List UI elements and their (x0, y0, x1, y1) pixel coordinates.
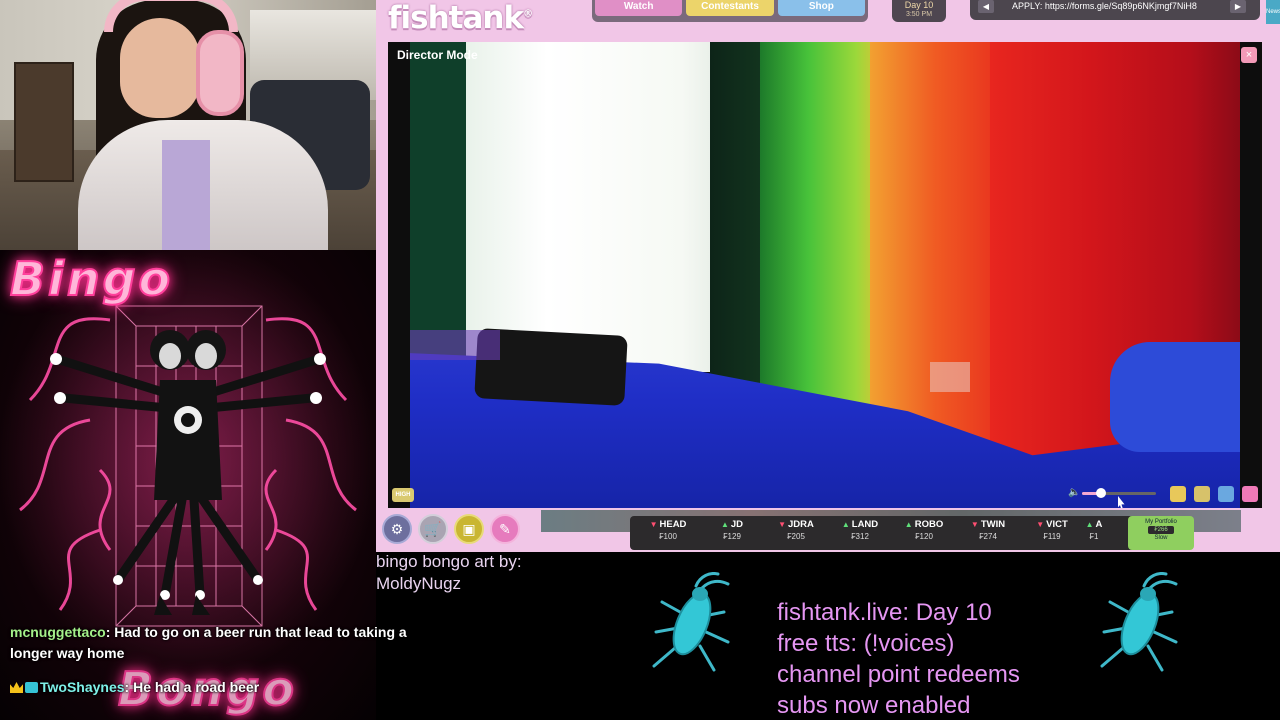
headset-band (104, 0, 238, 32)
ticker-next-arrow-icon[interactable]: ▶ (1230, 0, 1246, 13)
settings-gear-icon[interactable]: ⚙ (382, 514, 412, 544)
info-line: fishtank.live: Day 10 (777, 599, 992, 626)
stock-item[interactable]: ▼ JDRA ₣205 (764, 516, 828, 550)
gg-badge-icon (25, 682, 38, 693)
stock-item[interactable]: ▲ JD ₣129 (700, 516, 764, 550)
stock-price: ₣274 (979, 532, 997, 541)
volume-control[interactable]: 🔈 (1068, 487, 1158, 498)
fishtank-logo-text: fishtank (388, 0, 524, 36)
art-credit-artist: MoldyNugz (376, 574, 462, 593)
art-credit-line: bingo bongo art by: (376, 552, 522, 571)
clip-icon[interactable] (1194, 486, 1210, 502)
stock-price: ₣119 (1043, 532, 1061, 541)
camera-feed (410, 42, 1240, 508)
stock-name: JD (730, 519, 744, 530)
stock-name: VICT (1046, 519, 1068, 530)
info-line: free tts: (!voices) (777, 630, 955, 657)
cam-purple-edge (410, 330, 500, 360)
cam-pillow (1110, 342, 1240, 452)
quality-badge[interactable]: HIGH (392, 488, 414, 502)
fishtank-logo[interactable]: fishtank® (388, 0, 533, 36)
streamer-shirt (162, 140, 210, 250)
apply-link[interactable]: APPLY: https://forms.gle/Sq89p6NKjmgf7Ni… (1012, 0, 1197, 13)
cart-icon[interactable]: 🛒 (418, 514, 448, 544)
cockroach-left-icon (652, 572, 730, 672)
apply-ticker: ◀ APPLY: https://forms.gle/Sq89p6NKjmgf7… (970, 0, 1260, 20)
cam-window-light (466, 42, 736, 372)
chat-username: mcnuggettaco (10, 624, 106, 640)
day-time: 3:50 PM (905, 11, 933, 18)
stock-name: JDRA (788, 519, 814, 530)
stock-item[interactable]: ▲ ROBO ₣120 (892, 516, 956, 550)
down-arrow-icon: ▼ (778, 520, 787, 529)
stock-name: HEAD (659, 519, 687, 530)
stock-item[interactable]: ▲ A ₣1 (1084, 516, 1104, 550)
news-tab[interactable]: News (1266, 0, 1280, 24)
crown-badge-icon (10, 682, 23, 693)
down-arrow-icon: ▼ (649, 520, 658, 529)
info-line: channel point redeems (777, 661, 1020, 688)
stock-item[interactable]: ▲ LAND ₣312 (828, 516, 892, 550)
stock-name: ROBO (914, 519, 944, 530)
nav-contestants-button[interactable]: Contestants (686, 0, 774, 16)
chat-username: TwoShaynes (40, 679, 125, 695)
info-line: subs now enabled (777, 692, 971, 719)
webcam-feed (0, 0, 376, 250)
cam-curtain-green (760, 42, 880, 422)
portfolio-action[interactable]: Slow (1128, 534, 1194, 542)
streamer-face (120, 18, 200, 118)
stock-price: ₣100 (659, 532, 677, 541)
chat-message: mcnuggettaco: Had to go on a beer run th… (10, 622, 450, 664)
stock-item[interactable]: ▼ HEAD ₣100 (636, 516, 700, 550)
up-arrow-icon: ▲ (720, 520, 729, 529)
chat-message: TwoShaynes: He had a road beer (10, 677, 450, 698)
nav-watch-button[interactable]: Watch (595, 0, 683, 16)
bingo-title: Bingo (9, 251, 174, 307)
speaker-icon[interactable]: 🔈 (1068, 487, 1080, 498)
fullscreen-icon[interactable] (1218, 486, 1234, 502)
cam-dark-curtain (410, 42, 470, 372)
pencil-icon[interactable]: ✎ (490, 514, 520, 544)
video-player[interactable]: Director Mode × HIGH 🔈 (388, 42, 1262, 508)
portfolio-label: My Portfolio (1145, 519, 1177, 525)
stock-item[interactable]: ▼ TWIN ₣274 (956, 516, 1020, 550)
up-arrow-icon: ▲ (904, 520, 913, 529)
stock-name: TWIN (980, 519, 1006, 530)
stock-price: ₣205 (787, 532, 805, 541)
stock-name: LAND (851, 519, 879, 530)
stock-ticker: ▼ HEAD ₣100 ▲ JD ₣129 ▼ JDRA ₣205 ▲ LAND ₣31… (630, 516, 1190, 550)
bag-icon[interactable]: ▣ (454, 514, 484, 544)
stock-item[interactable]: ▼ VICT ₣119 (1020, 516, 1084, 550)
stock-name: A (1095, 519, 1103, 530)
up-arrow-icon: ▲ (1085, 520, 1094, 529)
stock-price: ₣120 (915, 532, 933, 541)
portfolio-widget[interactable]: My Portfolio ₣266 Slow (1128, 516, 1194, 550)
stock-price: ₣1 (1089, 532, 1099, 541)
webcam-shelf (14, 62, 74, 182)
cam-light-patch (930, 362, 970, 392)
stock-price: ₣312 (851, 532, 869, 541)
day-counter: Day 10 3:50 PM (892, 0, 946, 22)
headset-earcup (196, 30, 244, 116)
stream-info: fishtank.live: Day 10 free tts: (!voices… (777, 597, 1020, 720)
day-label: Day 10 (904, 0, 934, 10)
down-arrow-icon: ▼ (970, 520, 979, 529)
ticker-prev-arrow-icon[interactable]: ◀ (978, 0, 994, 13)
volume-knob[interactable] (1095, 488, 1106, 498)
fishtank-nav: Watch Contestants Shop (592, 0, 868, 22)
portfolio-value: ₣266 (1148, 526, 1174, 534)
nav-shop-button[interactable]: Shop (777, 0, 865, 16)
cockroach-right-icon (1100, 572, 1178, 672)
chat-text: : He had a road beer (124, 679, 260, 695)
close-icon[interactable]: × (1241, 47, 1257, 63)
fishtank-site: fishtank® Watch Contestants Shop Day 10 … (376, 0, 1280, 552)
down-arrow-icon: ▼ (1036, 520, 1045, 529)
player-title: Director Mode (397, 48, 478, 62)
record-icon[interactable] (1242, 486, 1258, 502)
stock-price: ₣129 (723, 532, 741, 541)
chat-overlay: mcnuggettaco: Had to go on a beer run th… (10, 622, 450, 711)
screenshot-icon[interactable] (1170, 486, 1186, 502)
art-credit: bingo bongo art by: MoldyNugz (376, 551, 522, 595)
up-arrow-icon: ▲ (841, 520, 850, 529)
